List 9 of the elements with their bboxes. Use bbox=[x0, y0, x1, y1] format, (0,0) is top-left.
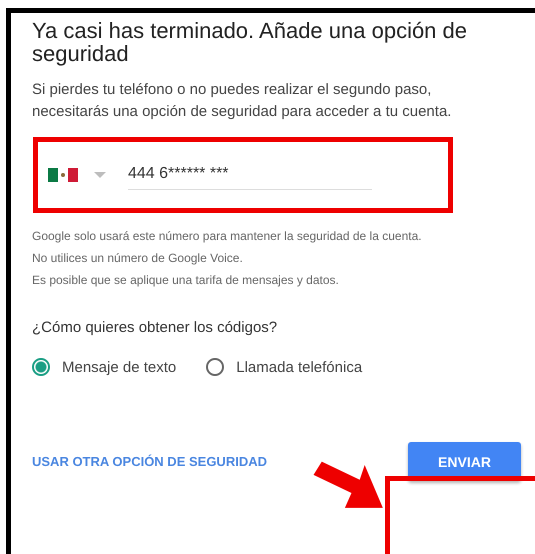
help-text: Es posible que se aplique una tarifa de mensajes y datos. bbox=[32, 272, 340, 289]
question-label: ¿Cómo quieres obtener los códigos? bbox=[32, 319, 278, 336]
intro-text: Si pierdes tu teléfono o no puedes realizar el segundo paso, necesitarás una opción de seguridad para acceder a tu cuenta. bbox=[32, 80, 452, 122]
other-option-link[interactable]: USAR OTRA OPCIÓN DE SEGURIDAD bbox=[32, 454, 267, 469]
help-text: No utilices un número de Google Voice. bbox=[32, 250, 244, 267]
dialog-title: Ya casi has terminado. Añade una opción de seguridad bbox=[32, 19, 468, 65]
help-text: Google solo usará este número para mantener la seguridad de la cuenta. bbox=[32, 228, 423, 245]
option-label[interactable]: Mensaje de texto bbox=[62, 358, 176, 376]
option-label[interactable]: Llamada telefónica bbox=[236, 358, 362, 376]
